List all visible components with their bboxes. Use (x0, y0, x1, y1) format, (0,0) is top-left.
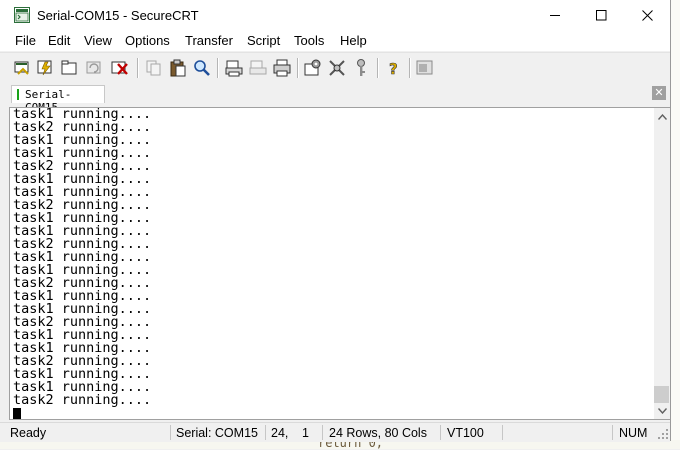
print-icon (273, 59, 291, 77)
toolbar: ? (0, 52, 670, 83)
disconnect-button[interactable] (110, 58, 130, 78)
status-connection: Serial: COM15 (176, 426, 258, 440)
help-button[interactable]: ? (384, 58, 404, 79)
terminal-line: task2 running.... (13, 392, 152, 408)
status-divider (322, 425, 323, 440)
terminal-scrollbar[interactable] (654, 107, 670, 420)
toolbar-separator (297, 58, 299, 78)
print-screen-button[interactable] (224, 58, 244, 78)
close-tab-button[interactable]: ✕ (652, 86, 666, 100)
scroll-thumb[interactable] (654, 386, 669, 403)
menu-help[interactable]: Help (340, 33, 367, 48)
status-numlock: NUM (619, 426, 648, 440)
keymap-button[interactable] (351, 58, 371, 78)
print-selection-icon (249, 60, 267, 75)
connect-in-tab-button[interactable] (59, 58, 79, 78)
tab-serial-com15[interactable]: Serial-COM15 (11, 85, 105, 114)
session-tab-bar: Serial-COM15 ✕ (0, 84, 670, 114)
menu-script[interactable]: Script (247, 33, 280, 48)
terminal-screen[interactable]: task1 running.... task2 running.... task1 … (9, 107, 654, 420)
menu-view[interactable]: View (84, 33, 112, 48)
close-button[interactable] (624, 0, 670, 31)
chevron-down-icon (657, 408, 667, 414)
help-icon: ? (389, 60, 398, 79)
copy-icon (146, 60, 161, 76)
scroll-down-button[interactable] (654, 403, 670, 419)
status-bar: Ready Serial: COM15 24, 1 24 Rows, 80 Co… (0, 422, 670, 442)
menu-bar: File Edit View Options Transfer Script T… (0, 31, 670, 51)
chevron-up-icon (657, 114, 667, 120)
toolbar-separator (217, 58, 219, 78)
status-divider (170, 425, 171, 440)
terminal-output: task1 running.... task2 running.... task1 … (13, 108, 151, 407)
minimize-button[interactable] (532, 0, 578, 31)
print-button[interactable] (272, 58, 292, 78)
reconnect-icon (86, 61, 101, 74)
toolbar-separator (377, 58, 379, 78)
background-app-edge (671, 0, 680, 449)
title-bar: Serial-COM15 - SecureCRT (0, 0, 670, 31)
connect-button[interactable] (13, 58, 33, 78)
global-options-icon (329, 60, 345, 76)
terminal-cursor (13, 408, 21, 419)
session-options-icon (304, 59, 321, 76)
global-options-button[interactable] (327, 58, 347, 78)
resize-grip-icon[interactable] (657, 428, 669, 440)
screen-button[interactable] (415, 58, 435, 78)
close-icon (641, 10, 653, 21)
securecrt-app-icon (14, 7, 30, 23)
session-options-button[interactable] (303, 58, 323, 78)
toolbar-separator (409, 58, 411, 78)
menu-tools[interactable]: Tools (294, 33, 324, 48)
screen-icon (416, 60, 433, 75)
scroll-up-button[interactable] (654, 109, 670, 125)
paste-icon (170, 59, 186, 77)
status-divider (265, 425, 266, 440)
status-emulation: VT100 (447, 426, 484, 440)
status-row: 24, (271, 426, 289, 440)
quick-connect-button[interactable] (36, 58, 56, 78)
quick-connect-icon (37, 60, 52, 76)
toolbar-separator (137, 58, 139, 78)
close-tab-icon: ✕ (654, 86, 664, 99)
minimize-icon (549, 15, 560, 16)
disconnect-icon (111, 61, 128, 75)
copy-button[interactable] (144, 58, 164, 78)
securecrt-window: Serial-COM15 - SecureCRT File Edit View … (0, 0, 671, 442)
menu-file[interactable]: File (15, 33, 36, 48)
status-state: Ready (10, 426, 47, 440)
menu-transfer[interactable]: Transfer (185, 33, 233, 48)
maximize-button[interactable] (578, 0, 624, 31)
connect-icon (14, 61, 29, 75)
window-title: Serial-COM15 - SecureCRT (37, 8, 199, 23)
svg-text:?: ? (389, 60, 398, 78)
status-size: 24 Rows, 80 Cols (329, 426, 427, 440)
status-divider (502, 425, 503, 440)
print-screen-icon (225, 60, 243, 77)
maximize-icon (595, 10, 606, 21)
print-selection-button[interactable] (248, 58, 268, 78)
menu-options[interactable]: Options (125, 33, 170, 48)
find-button[interactable] (192, 58, 212, 78)
find-icon (194, 60, 210, 76)
keymap-icon (357, 59, 365, 76)
status-divider (440, 425, 441, 440)
connection-status-indicator (17, 89, 19, 100)
status-divider (612, 425, 613, 440)
paste-button[interactable] (168, 58, 188, 78)
reconnect-button[interactable] (84, 58, 104, 78)
connect-in-tab-icon (61, 60, 77, 75)
menu-edit[interactable]: Edit (48, 33, 70, 48)
status-col: 1 (302, 426, 309, 440)
